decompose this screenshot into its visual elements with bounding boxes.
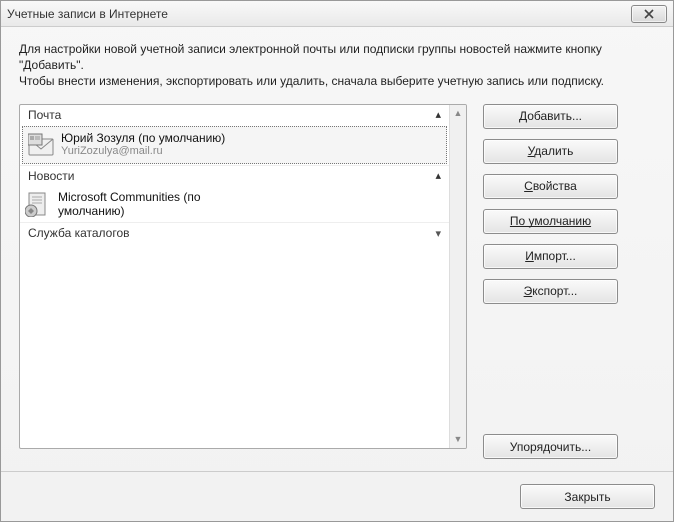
remove-button[interactable]: Удалить: [483, 139, 618, 164]
window-title: Учетные записи в Интернете: [7, 7, 168, 21]
mail-account-text: Юрий Зозуля (по умолчанию) YuriZozulya@m…: [61, 131, 225, 159]
spacer: [483, 314, 618, 424]
accounts-list-panel: Почта ▴: [19, 104, 467, 449]
add-button[interactable]: Добавить...: [483, 104, 618, 129]
main-row: Почта ▴: [19, 104, 655, 459]
close-button[interactable]: Закрыть: [520, 484, 655, 509]
news-account-item[interactable]: Microsoft Communities (по умолчанию): [20, 186, 449, 223]
mail-account-name: Юрий Зозуля (по умолчанию): [61, 131, 225, 145]
section-label-catalog: Служба каталогов: [28, 226, 435, 240]
dialog-window: Учетные записи в Интернете Для настройки…: [0, 0, 674, 522]
export-button[interactable]: Экспорт...: [483, 279, 618, 304]
scroll-up-icon[interactable]: ▲: [452, 107, 465, 120]
scrollbar[interactable]: ▲ ▼: [449, 105, 466, 448]
section-label-news: Новости: [28, 169, 435, 183]
instructions-line1: Для настройки новой учетной записи элект…: [19, 42, 602, 72]
import-button[interactable]: Импорт...: [483, 244, 618, 269]
news-account-name: Microsoft Communities (по умолчанию): [58, 190, 238, 219]
chevron-up-icon: ▴: [435, 169, 441, 182]
properties-button[interactable]: Свойства: [483, 174, 618, 199]
buttons-column: Добавить... Удалить Свойства По умолчани…: [483, 104, 618, 459]
window-close-button[interactable]: [631, 5, 667, 23]
section-header-mail[interactable]: Почта ▴: [20, 105, 449, 125]
footer: Закрыть: [1, 471, 673, 521]
arrange-button[interactable]: Упорядочить...: [483, 434, 618, 459]
instructions-line2: Чтобы внести изменения, экспортировать и…: [19, 74, 604, 88]
scroll-down-icon[interactable]: ▼: [452, 433, 465, 446]
default-button[interactable]: По умолчанию: [483, 209, 618, 234]
close-icon: [644, 9, 654, 19]
section-header-news[interactable]: Новости ▴: [20, 165, 449, 186]
chevron-up-icon: ▴: [435, 108, 441, 121]
mail-account-icon: [27, 131, 55, 159]
news-account-text: Microsoft Communities (по умолчанию): [58, 190, 238, 219]
chevron-down-icon: ▾: [435, 227, 441, 240]
mail-account-email: YuriZozulya@mail.ru: [61, 145, 225, 158]
content-area: Для настройки новой учетной записи элект…: [1, 27, 673, 471]
news-account-icon: [24, 190, 52, 218]
accounts-list: Почта ▴: [20, 105, 449, 448]
mail-account-item[interactable]: Юрий Зозуля (по умолчанию) YuriZozulya@m…: [22, 126, 447, 164]
titlebar: Учетные записи в Интернете: [1, 1, 673, 27]
section-label-mail: Почта: [28, 108, 435, 122]
section-header-catalog[interactable]: Служба каталогов ▾: [20, 222, 449, 243]
instructions-text: Для настройки новой учетной записи элект…: [19, 41, 655, 90]
